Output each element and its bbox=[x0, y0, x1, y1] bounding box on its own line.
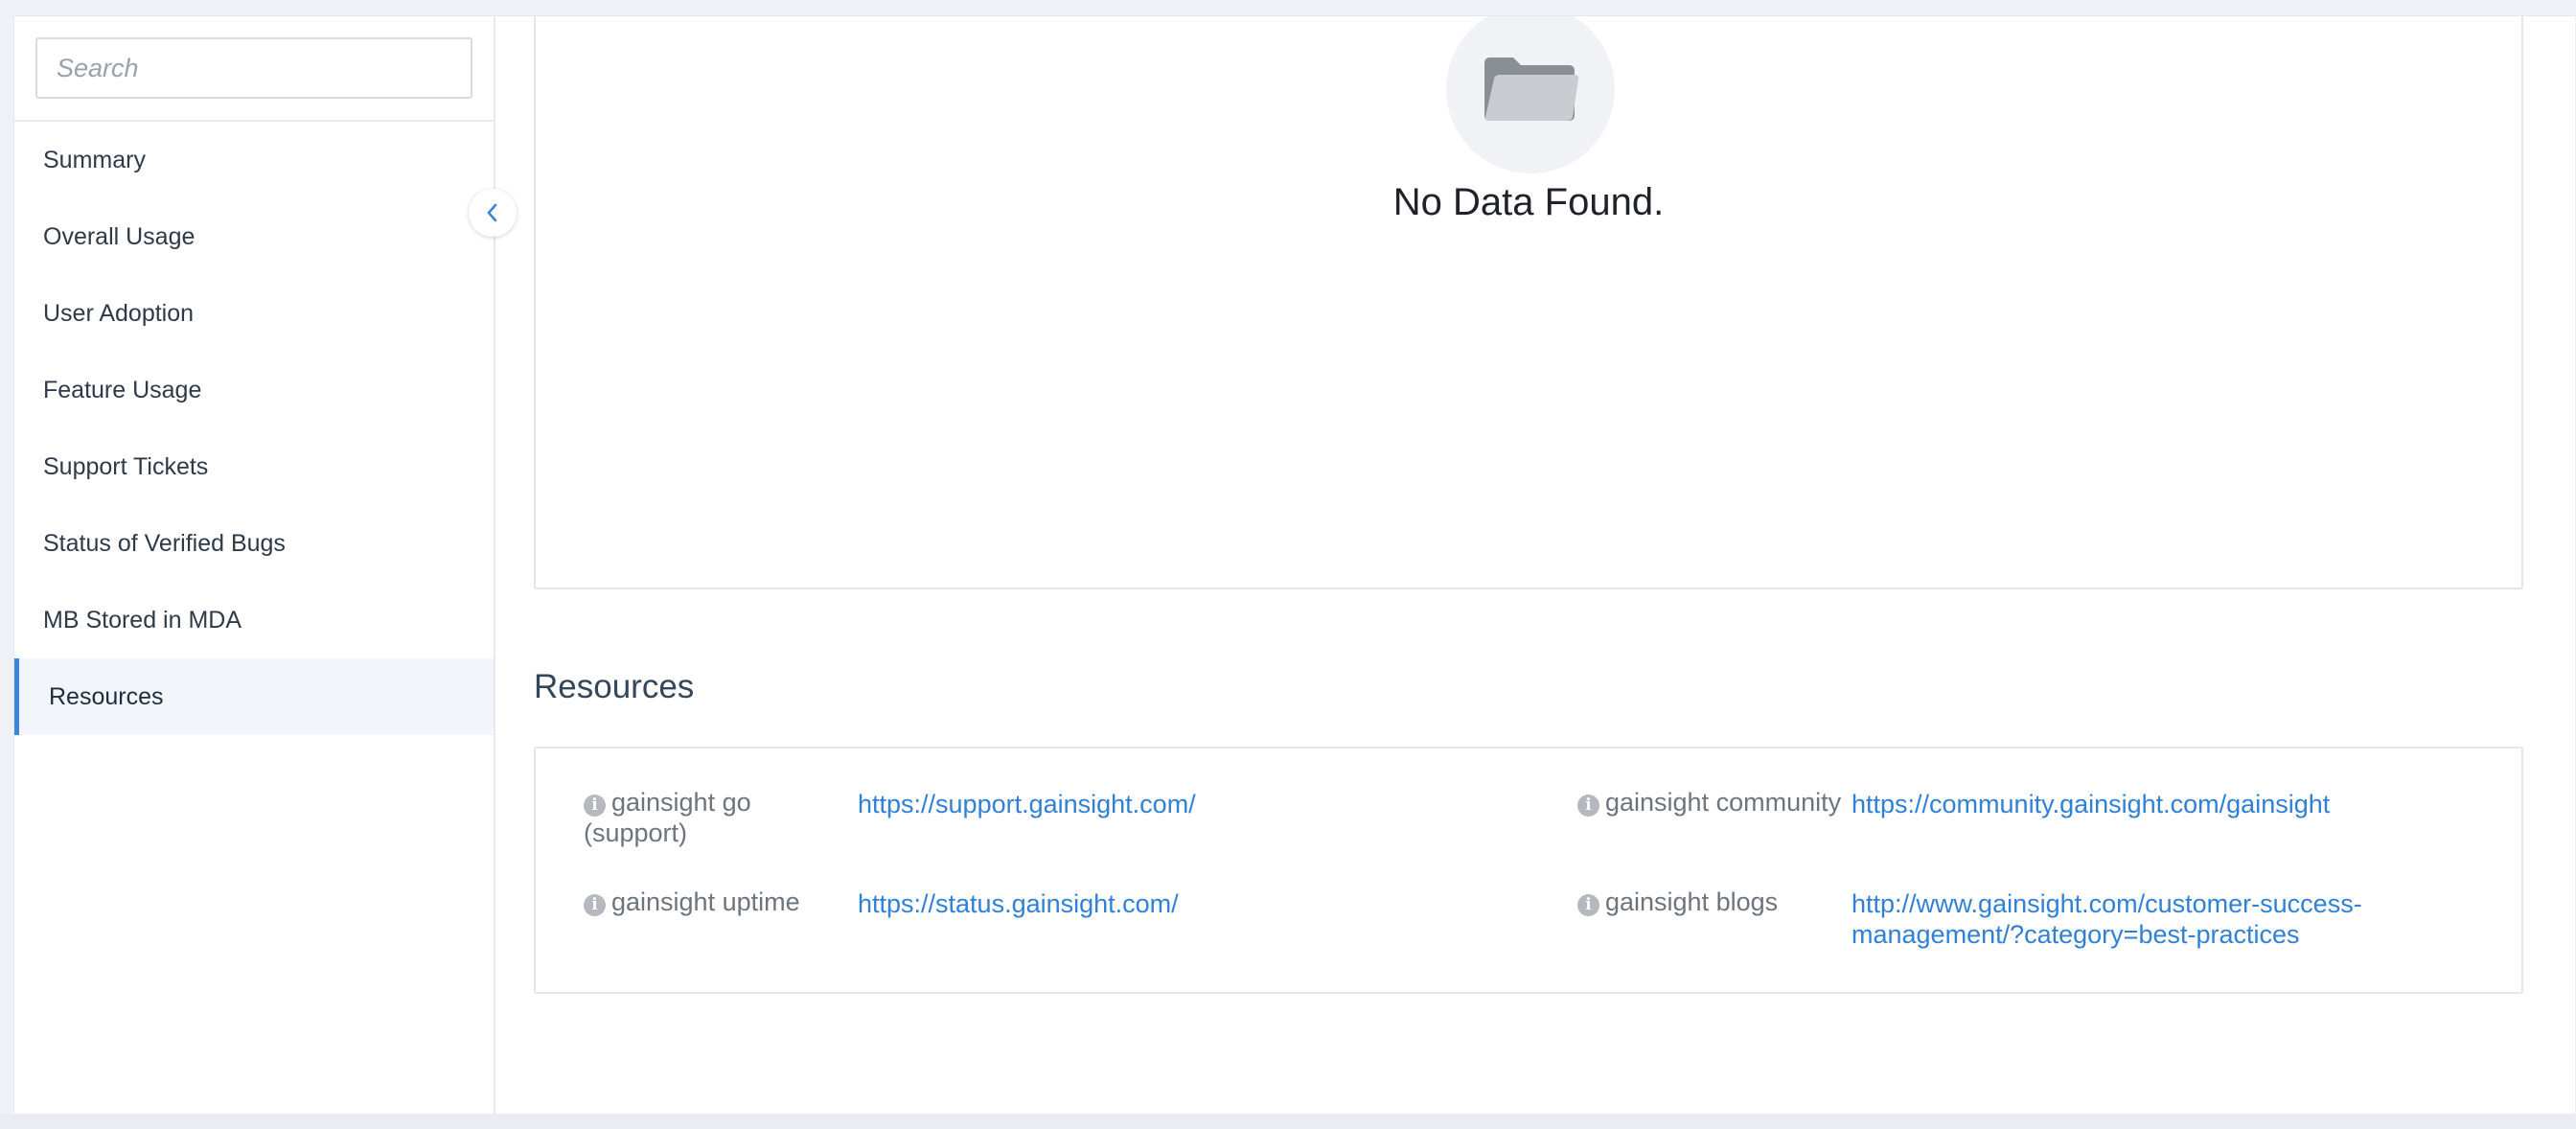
resources-title: Resources bbox=[534, 668, 695, 705]
resource-label: i gainsight go (support) bbox=[584, 788, 751, 847]
sidebar-item-summary[interactable]: Summary bbox=[14, 122, 494, 198]
search-container bbox=[14, 16, 494, 122]
sidebar-item-support-tickets[interactable]: Support Tickets bbox=[14, 428, 494, 505]
sidebar-item-resources[interactable]: Resources bbox=[14, 658, 494, 735]
no-data-message: No Data Found. bbox=[1392, 181, 1665, 223]
resource-label: i gainsight blogs bbox=[1577, 887, 1846, 917]
collapse-sidebar-button[interactable] bbox=[469, 189, 517, 237]
resource-label: i gainsight community bbox=[1577, 787, 1846, 818]
empty-state-card: No Data Found. bbox=[534, 16, 2523, 589]
sidebar-item-mb-stored-in-mda[interactable]: MB Stored in MDA bbox=[14, 582, 494, 658]
resource-link-blogs[interactable]: http://www.gainsight.com/customer-succes… bbox=[1852, 888, 2426, 950]
resource-label: i gainsight uptime bbox=[584, 887, 852, 917]
folder-icon bbox=[1484, 58, 1579, 121]
sidebar-item-status-of-verified-bugs[interactable]: Status of Verified Bugs bbox=[14, 505, 494, 582]
info-icon: i bbox=[584, 894, 606, 916]
resource-link-uptime[interactable]: https://status.gainsight.com/ bbox=[858, 888, 1179, 919]
sidebar-item-user-adoption[interactable]: User Adoption bbox=[14, 275, 494, 352]
horizontal-scrollbar[interactable] bbox=[0, 1114, 2576, 1129]
empty-state-icon-circle bbox=[1446, 16, 1615, 173]
resource-link-community[interactable]: https://community.gainsight.com/gainsigh… bbox=[1852, 789, 2330, 819]
resources-card: i gainsight go (support) https://support.… bbox=[534, 747, 2523, 994]
main-content: No Data Found. Resources i gainsight go (… bbox=[495, 16, 2575, 1115]
sidebar-nav: Summary Overall Usage User Adoption Feat… bbox=[14, 122, 494, 735]
info-icon: i bbox=[1577, 795, 1599, 817]
resource-link-support[interactable]: https://support.gainsight.com/ bbox=[858, 789, 1196, 819]
sidebar-item-feature-usage[interactable]: Feature Usage bbox=[14, 352, 494, 428]
sidebar: Summary Overall Usage User Adoption Feat… bbox=[14, 16, 495, 1115]
sidebar-item-overall-usage[interactable]: Overall Usage bbox=[14, 198, 494, 275]
chevron-left-icon bbox=[487, 203, 497, 222]
search-input[interactable] bbox=[35, 37, 472, 99]
app-frame: Summary Overall Usage User Adoption Feat… bbox=[13, 15, 2575, 1115]
info-icon: i bbox=[1577, 894, 1599, 916]
info-icon: i bbox=[584, 795, 606, 817]
